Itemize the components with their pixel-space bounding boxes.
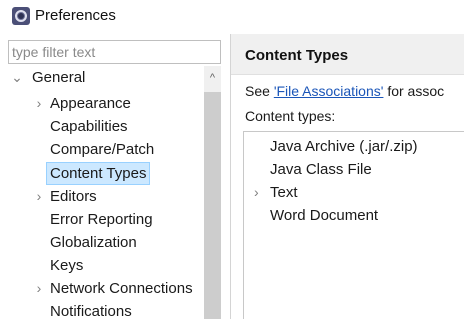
content-types-tree: Java Archive (.jar/.zip) Java Class File… <box>243 131 464 319</box>
sash-divider[interactable] <box>230 34 231 319</box>
tree-item-error-reporting[interactable]: Error Reporting <box>8 208 205 231</box>
tree-item-keys[interactable]: Keys <box>8 254 205 277</box>
tree-item-compare-patch[interactable]: Compare/Patch <box>8 138 205 161</box>
content-type-java-class-file[interactable]: Java Class File <box>244 158 464 181</box>
scroll-up-icon[interactable]: ^ <box>204 68 221 88</box>
chevron-right-icon[interactable]: › <box>254 181 266 204</box>
file-associations-link[interactable]: 'File Associations' <box>274 83 384 99</box>
eclipse-preferences-icon <box>12 7 30 25</box>
tree-item-appearance[interactable]: › Appearance <box>8 92 205 115</box>
scrollbar-thumb[interactable] <box>204 92 221 319</box>
tree-item-general[interactable]: ⌄ General <box>8 66 205 89</box>
window-title: Preferences <box>35 7 116 24</box>
chevron-right-icon[interactable]: › <box>32 277 46 300</box>
tree-item-editors[interactable]: › Editors <box>8 185 205 208</box>
tree-item-network-connections[interactable]: › Network Connections <box>8 277 205 300</box>
chevron-right-icon[interactable]: › <box>32 185 46 208</box>
content-types-label: Content types: <box>245 108 336 124</box>
tree-scrollbar[interactable]: ^ <box>204 66 221 319</box>
content-type-text[interactable]: › Text <box>244 181 464 204</box>
header-divider <box>231 74 464 75</box>
tree-item-globalization[interactable]: Globalization <box>8 231 205 254</box>
title-bar: Preferences <box>0 0 464 32</box>
filter-input[interactable] <box>8 40 221 64</box>
tree-item-content-types[interactable]: Content Types <box>8 162 205 185</box>
chevron-right-icon[interactable]: › <box>32 92 46 115</box>
chevron-down-icon[interactable]: ⌄ <box>10 66 24 89</box>
content-type-java-archive[interactable]: Java Archive (.jar/.zip) <box>244 135 464 158</box>
page-title: Content Types <box>245 47 349 64</box>
preferences-tree: ⌄ General › Appearance Capabilities Comp… <box>8 66 221 319</box>
tree-item-notifications[interactable]: Notifications <box>8 300 205 319</box>
description-text: See 'File Associations' for assoc <box>245 83 445 99</box>
content-type-word-document[interactable]: Word Document <box>244 204 464 227</box>
tree-item-capabilities[interactable]: Capabilities <box>8 115 205 138</box>
page-header: Content Types <box>231 34 464 74</box>
